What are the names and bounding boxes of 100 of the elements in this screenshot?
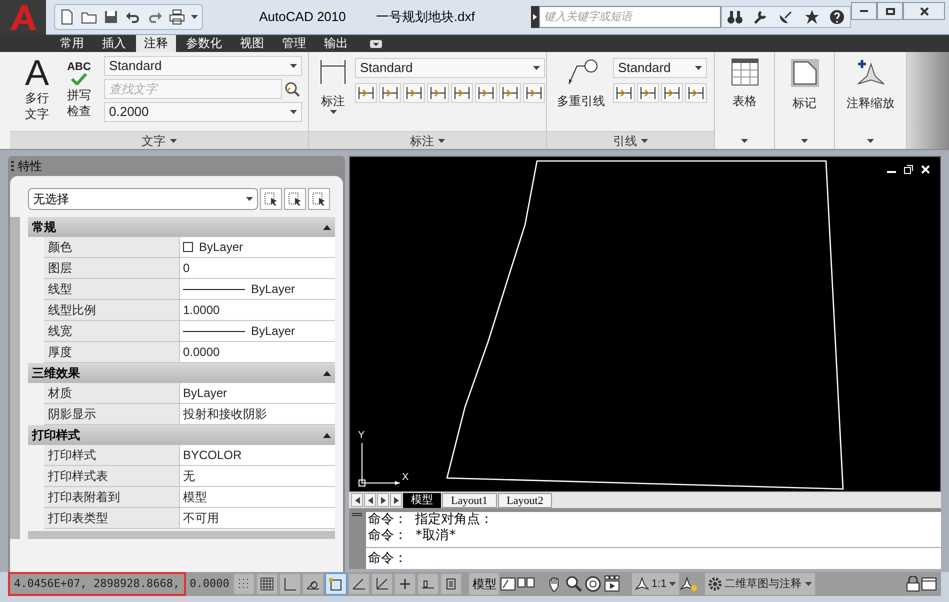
property-value[interactable]: 无: [180, 466, 335, 486]
panel-title[interactable]: 标注: [309, 131, 546, 149]
drafting-toggle-button[interactable]: [233, 573, 256, 595]
minimize-button[interactable]: [851, 2, 877, 20]
find-text-field[interactable]: 查找文字: [104, 79, 282, 99]
maximize-button[interactable]: [877, 2, 903, 20]
pickadd-toggle-button[interactable]: [308, 188, 330, 210]
text-height-dropdown[interactable]: 0.2000: [104, 102, 302, 122]
drawing-canvas[interactable]: Y X: [349, 156, 941, 492]
redo-arrow-icon[interactable]: [147, 9, 163, 25]
find-replace-icon[interactable]: [284, 81, 300, 97]
quick-select-button[interactable]: [260, 188, 282, 210]
dimension-tool-button[interactable]: [451, 83, 473, 103]
leader-style-dropdown[interactable]: Standard: [613, 58, 707, 78]
dimension-tool-button[interactable]: [523, 83, 545, 103]
annotation-visibility-icon[interactable]: [680, 576, 698, 592]
steering-wheel-icon[interactable]: [584, 575, 602, 593]
layout-tab[interactable]: Layout1: [442, 492, 497, 508]
selection-dropdown[interactable]: 无选择: [28, 188, 258, 210]
restore-icon[interactable]: [904, 165, 913, 174]
markup-button[interactable]: 标记: [775, 52, 835, 149]
tab-options-icon[interactable]: [370, 40, 382, 48]
tab-next-button[interactable]: [377, 493, 389, 507]
wrench-icon[interactable]: [752, 9, 768, 25]
command-line-field[interactable]: 命令：: [366, 548, 941, 569]
zoom-magnifier-icon[interactable]: [565, 575, 584, 593]
ribbon-tab[interactable]: 常用: [52, 35, 92, 52]
drafting-toggle-button[interactable]: [440, 573, 462, 595]
section-header[interactable]: 打印样式: [28, 425, 335, 445]
annotation-scale-control[interactable]: 1:1: [632, 573, 679, 595]
ribbon-tab[interactable]: 插入: [94, 35, 134, 52]
new-file-icon[interactable]: [59, 9, 75, 25]
leader-tool-button[interactable]: [685, 83, 707, 103]
clean-screen-icon[interactable]: [921, 577, 937, 591]
search-field[interactable]: 键入关键字或短语: [539, 6, 721, 28]
section-header[interactable]: 三维效果: [28, 363, 335, 383]
leader-tool-button[interactable]: [613, 83, 635, 103]
property-value[interactable]: ByLayer: [180, 383, 335, 403]
ribbon-tab[interactable]: 视图: [232, 35, 272, 52]
property-value[interactable]: BYCOLOR: [180, 445, 335, 465]
dimension-tool-button[interactable]: [475, 83, 497, 103]
ribbon-tab[interactable]: 参数化: [178, 35, 230, 52]
tab-prev-button[interactable]: [364, 493, 376, 507]
layout-view-icon[interactable]: [500, 577, 516, 591]
satellite-dish-icon[interactable]: [778, 9, 794, 25]
property-value[interactable]: ByLayer: [180, 321, 335, 341]
leader-tool-button[interactable]: [661, 83, 683, 103]
property-value[interactable]: ByLayer: [180, 237, 335, 257]
drafting-toggle-button[interactable]: [279, 573, 302, 595]
panel-title[interactable]: 文字: [10, 131, 308, 149]
search-expand-button[interactable]: [531, 6, 539, 28]
property-value[interactable]: 0.0000: [180, 342, 335, 362]
property-value[interactable]: 0: [180, 258, 335, 278]
property-value[interactable]: 不可用: [180, 508, 335, 528]
dimension-tool-button[interactable]: [403, 83, 425, 103]
ribbon-tab[interactable]: 注释: [136, 35, 176, 52]
layout-tab[interactable]: Layout2: [498, 492, 552, 508]
drafting-toggle-button[interactable]: [256, 573, 278, 595]
dimension-tool-button[interactable]: [379, 83, 401, 103]
drafting-toggle-button[interactable]: [302, 573, 324, 595]
binoculars-icon[interactable]: [726, 9, 743, 25]
close-icon[interactable]: [921, 165, 930, 174]
select-objects-button[interactable]: [284, 188, 306, 210]
dimension-tool-button[interactable]: [355, 83, 377, 103]
drafting-toggle-button[interactable]: [325, 573, 348, 595]
tab-last-button[interactable]: [390, 493, 402, 507]
dimension-button[interactable]: 标注: [317, 58, 349, 114]
drafting-toggle-button[interactable]: [348, 573, 370, 595]
spell-check-button[interactable]: ABC 拼写检查: [62, 61, 96, 119]
workspace-switcher[interactable]: 二维草图与注释: [704, 573, 815, 595]
property-value[interactable]: 模型: [180, 487, 335, 507]
panel-title[interactable]: 引线: [547, 131, 714, 149]
ribbon-tab[interactable]: 管理: [274, 35, 314, 52]
drafting-toggle-button[interactable]: [371, 573, 394, 595]
multileader-button[interactable]: 多重引线: [553, 58, 609, 110]
dimension-tool-button[interactable]: [427, 83, 449, 103]
multiline-text-button[interactable]: A 多行文字: [20, 56, 54, 122]
dimension-style-dropdown[interactable]: Standard: [355, 58, 545, 78]
lock-icon[interactable]: [906, 576, 920, 592]
property-value[interactable]: 投射和接收阴影: [180, 404, 335, 424]
drafting-toggle-button[interactable]: [394, 573, 416, 595]
close-button[interactable]: [903, 2, 945, 20]
printer-icon[interactable]: [169, 9, 185, 25]
dimension-tool-button[interactable]: [499, 83, 521, 103]
grip-handle-icon[interactable]: [352, 513, 362, 516]
table-button[interactable]: 表格: [715, 52, 775, 149]
drafting-toggle-button[interactable]: [417, 573, 440, 595]
grip-handle-icon[interactable]: [11, 161, 14, 171]
section-header[interactable]: 常规: [28, 217, 335, 237]
ribbon-tab[interactable]: 输出: [316, 35, 356, 52]
leader-tool-button[interactable]: [637, 83, 659, 103]
star-icon[interactable]: [804, 9, 820, 25]
tab-first-button[interactable]: [351, 493, 363, 507]
layout-tab[interactable]: 模型: [403, 492, 441, 508]
property-value[interactable]: 1.0000: [180, 300, 335, 320]
model-space-button[interactable]: 模型: [469, 573, 500, 595]
help-icon[interactable]: [829, 9, 846, 25]
text-style-dropdown[interactable]: Standard: [104, 56, 302, 76]
property-value[interactable]: ByLayer: [180, 279, 335, 299]
film-play-icon[interactable]: [603, 575, 622, 593]
